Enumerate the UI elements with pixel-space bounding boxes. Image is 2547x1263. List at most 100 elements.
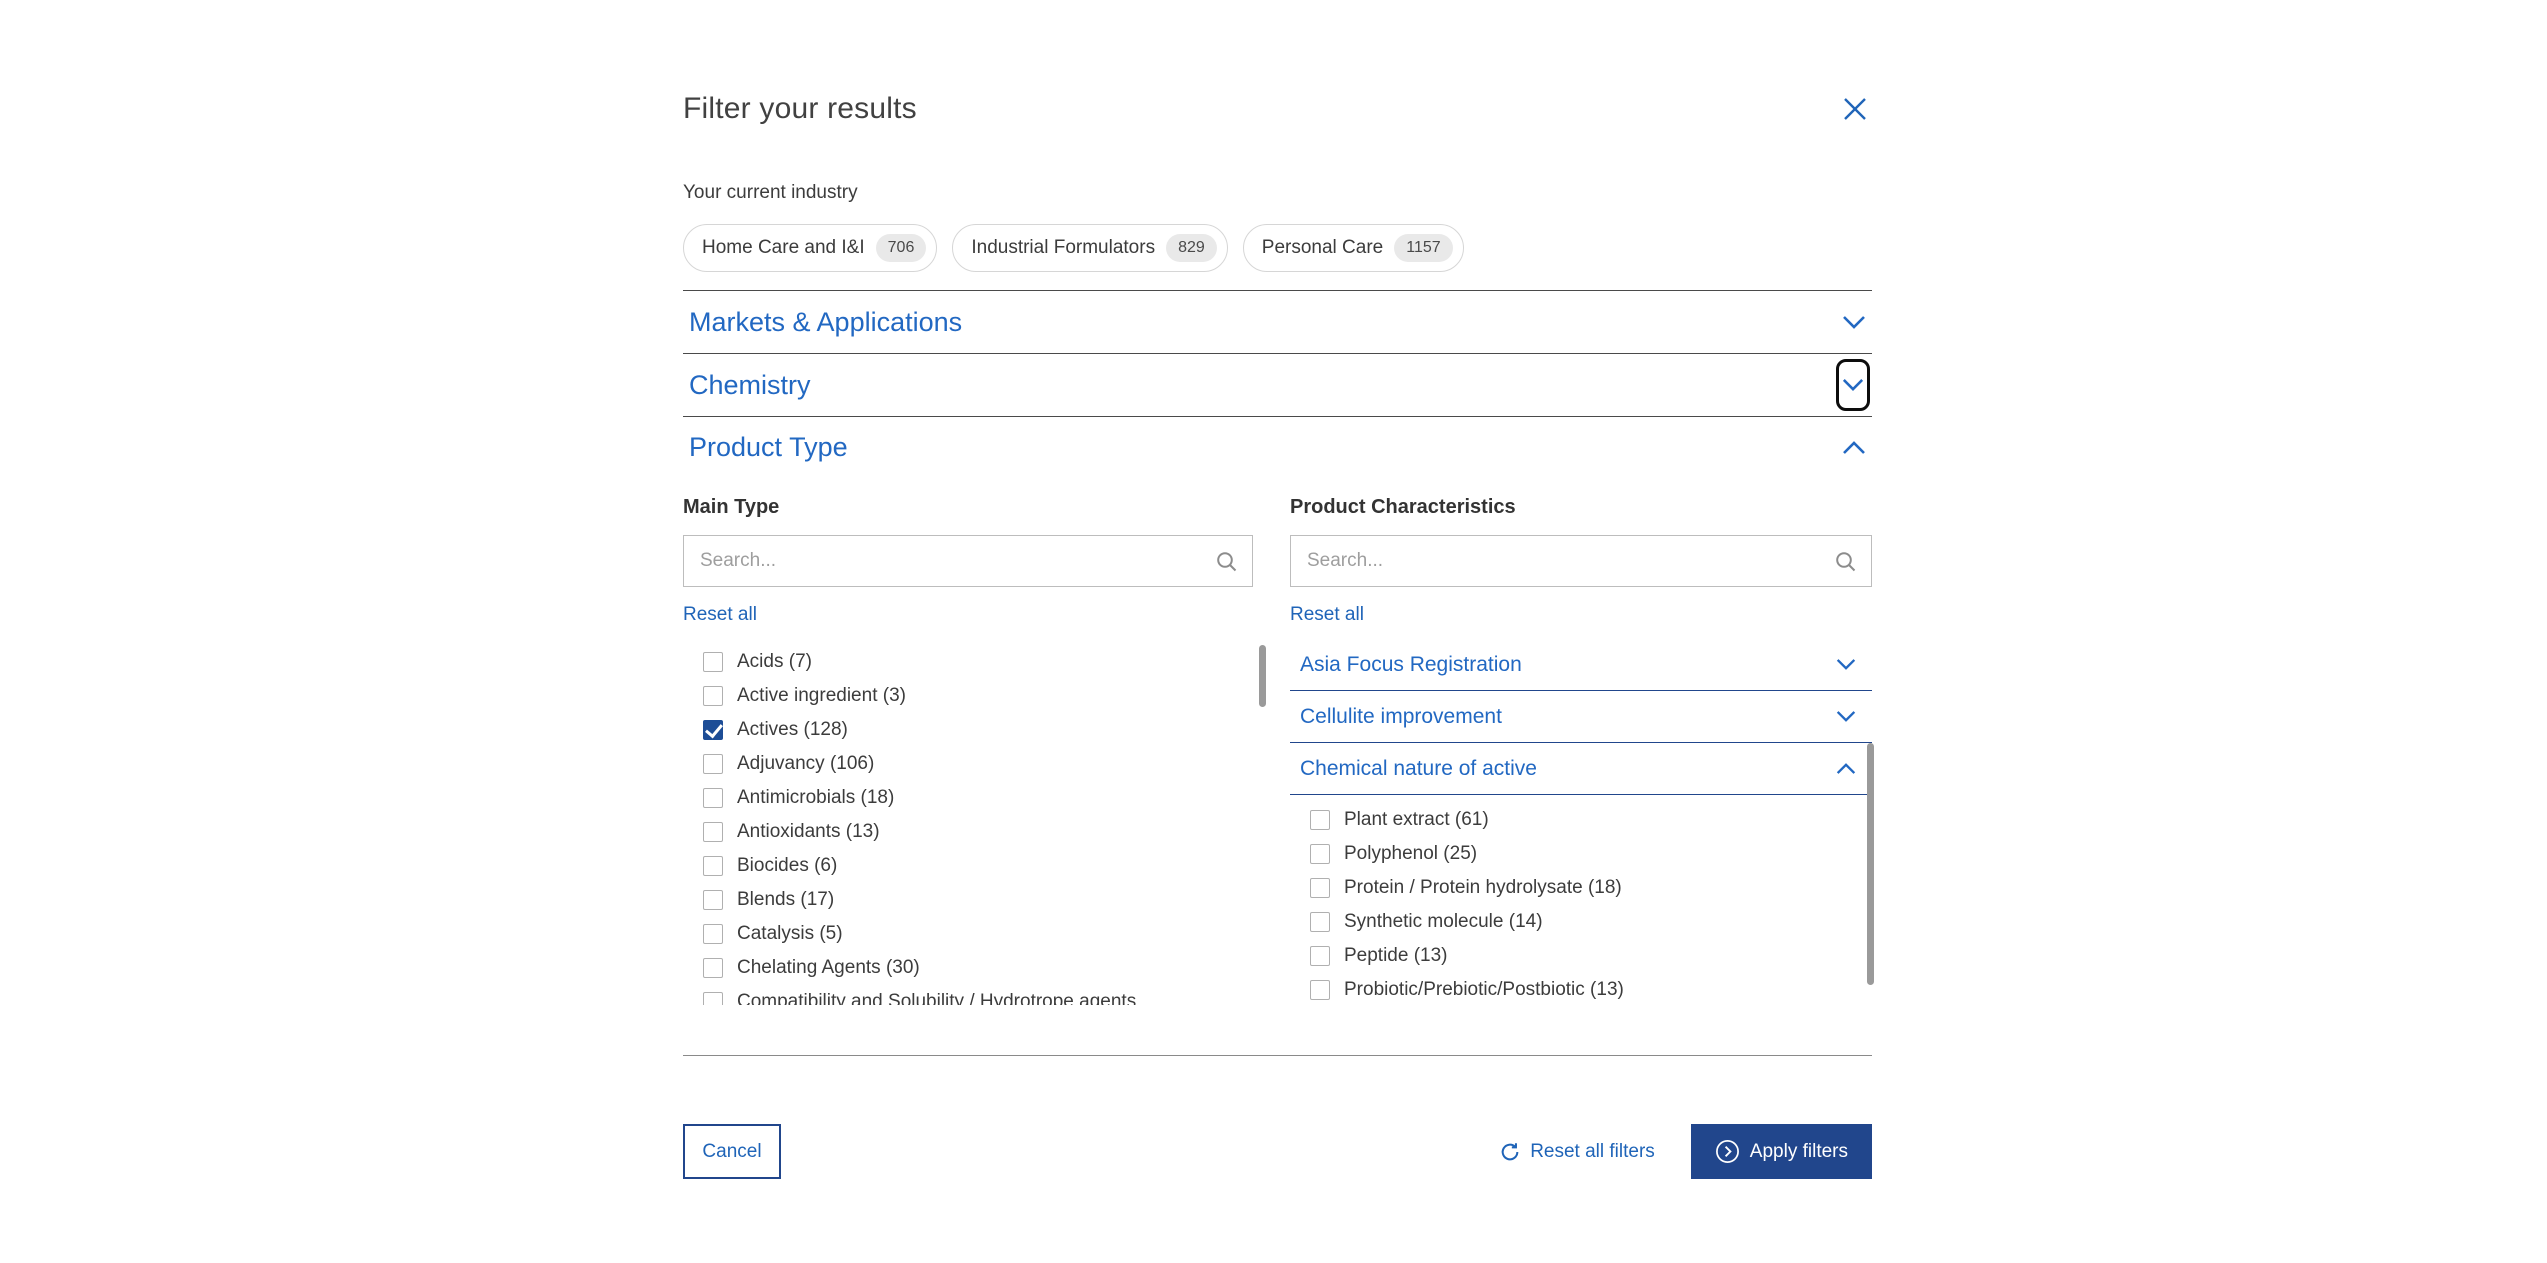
- close-button[interactable]: [1838, 92, 1872, 126]
- modal-header: Filter your results: [683, 92, 1872, 126]
- pill-label: Personal Care: [1262, 237, 1383, 259]
- group-cellulite-improvement[interactable]: Cellulite improvement: [1290, 691, 1872, 743]
- checkbox[interactable]: [703, 720, 723, 740]
- list-item[interactable]: Catalysis (5): [683, 917, 1253, 951]
- industry-pills: Home Care and I&I 706 Industrial Formula…: [683, 224, 1872, 272]
- section-label: Chemistry: [689, 370, 811, 401]
- list-item[interactable]: Synthetic molecule (14): [1290, 905, 1872, 939]
- list-item[interactable]: Antimicrobials (18): [683, 781, 1253, 815]
- checkbox[interactable]: [703, 856, 723, 876]
- apply-filters-label: Apply filters: [1750, 1141, 1848, 1163]
- chevron-down-icon[interactable]: [1842, 315, 1866, 330]
- product-type-panel: Main Type Reset all Acids (7): [683, 477, 1872, 1009]
- checkbox-label: Acids (7): [737, 651, 812, 673]
- apply-filters-button[interactable]: Apply filters: [1691, 1124, 1872, 1179]
- industry-pill[interactable]: Industrial Formulators 829: [952, 224, 1227, 272]
- checkbox-label: Active ingredient (3): [737, 685, 906, 707]
- list-item[interactable]: Peptide (13): [1290, 939, 1872, 973]
- list-item[interactable]: Adjuvancy (106): [683, 747, 1253, 781]
- circular-refresh-arrows-icon: [1499, 1141, 1521, 1163]
- main-type-scrollbar[interactable]: [1259, 645, 1266, 707]
- list-item[interactable]: Antioxidants (13): [683, 815, 1253, 849]
- checkbox[interactable]: [703, 686, 723, 706]
- product-characteristics-title: Product Characteristics: [1290, 495, 1872, 519]
- main-type-search-input[interactable]: [700, 550, 1215, 572]
- section-markets-applications[interactable]: Markets & Applications: [683, 291, 1872, 354]
- industry-pill[interactable]: Personal Care 1157: [1243, 224, 1464, 272]
- chemistry-chevron-focus-ring[interactable]: [1836, 359, 1870, 411]
- industry-pill[interactable]: Home Care and I&I 706: [683, 224, 937, 272]
- section-label: Product Type: [689, 432, 848, 463]
- checkbox-label: Polyphenol (25): [1344, 843, 1477, 865]
- characteristics-scrollbar[interactable]: [1867, 743, 1874, 985]
- group-label: Chemical nature of active: [1300, 757, 1537, 781]
- list-item[interactable]: Probiotic/Prebiotic/Postbiotic (13): [1290, 973, 1872, 1007]
- checkbox[interactable]: [1310, 946, 1330, 966]
- list-item[interactable]: Plant extract (61): [1290, 803, 1872, 837]
- checkbox[interactable]: [1310, 878, 1330, 898]
- footer-actions: Reset all filters Apply filters: [1499, 1124, 1872, 1179]
- main-type-column: Main Type Reset all Acids (7): [683, 477, 1253, 1009]
- checkbox[interactable]: [703, 992, 723, 1005]
- list-item[interactable]: Acids (7): [683, 645, 1253, 679]
- checkbox[interactable]: [703, 924, 723, 944]
- list-item[interactable]: Actives (128): [683, 713, 1253, 747]
- chevron-down-icon: [1842, 378, 1864, 392]
- checkbox[interactable]: [703, 958, 723, 978]
- group-chemical-nature-of-active[interactable]: Chemical nature of active: [1290, 743, 1872, 795]
- list-item[interactable]: Compatibility and Solubility / Hydrotrop…: [683, 985, 1253, 1005]
- list-item[interactable]: Blends (17): [683, 883, 1253, 917]
- group-label: Cellulite improvement: [1300, 705, 1502, 729]
- current-industry-label: Your current industry: [683, 182, 1872, 204]
- list-item[interactable]: Active ingredient (3): [683, 679, 1253, 713]
- filter-modal: Filter your results Your current industr…: [683, 0, 1872, 1259]
- list-item[interactable]: Chelating Agents (30): [683, 951, 1253, 985]
- checkbox[interactable]: [1310, 912, 1330, 932]
- reset-all-filters-label: Reset all filters: [1530, 1141, 1655, 1163]
- checkbox[interactable]: [1310, 844, 1330, 864]
- characteristics-search-input[interactable]: [1307, 550, 1834, 572]
- checkbox[interactable]: [1310, 810, 1330, 830]
- pill-label: Industrial Formulators: [971, 237, 1155, 259]
- section-label: Markets & Applications: [689, 307, 962, 338]
- pill-count-badge: 706: [876, 234, 927, 262]
- section-chemistry[interactable]: Chemistry: [683, 354, 1872, 417]
- main-type-reset-all-link[interactable]: Reset all: [683, 603, 757, 627]
- checkbox-label: Adjuvancy (106): [737, 753, 874, 775]
- main-type-search: [683, 535, 1253, 587]
- chevron-down-icon: [1836, 658, 1856, 671]
- checkbox[interactable]: [703, 822, 723, 842]
- list-item[interactable]: Protein / Protein hydrolysate (18): [1290, 871, 1872, 905]
- checkbox[interactable]: [703, 788, 723, 808]
- magnifier-icon: [1215, 550, 1238, 573]
- characteristics-reset-all-link[interactable]: Reset all: [1290, 603, 1364, 627]
- list-item[interactable]: Biocides (6): [683, 849, 1253, 883]
- checkbox-label: Antioxidants (13): [737, 821, 880, 843]
- close-icon: [1841, 95, 1869, 123]
- list-item[interactable]: Polyphenol (25): [1290, 837, 1872, 871]
- checkbox-label: Biocides (6): [737, 855, 837, 877]
- section-product-type[interactable]: Product Type: [683, 417, 1872, 477]
- pill-label: Home Care and I&I: [702, 237, 865, 259]
- circled-chevron-right-icon: [1715, 1139, 1740, 1164]
- checkbox-label: Antimicrobials (18): [737, 787, 894, 809]
- checkbox[interactable]: [1310, 980, 1330, 1000]
- checkbox-label: Catalysis (5): [737, 923, 843, 945]
- footer-divider: [683, 1055, 1872, 1056]
- filter-sections: Markets & Applications Chemistry Product…: [683, 290, 1872, 1009]
- checkbox-label: Blends (17): [737, 889, 834, 911]
- reset-all-filters-button[interactable]: Reset all filters: [1499, 1141, 1655, 1163]
- group-asia-focus-registration[interactable]: Asia Focus Registration: [1290, 639, 1872, 691]
- cancel-button[interactable]: Cancel: [683, 1124, 781, 1179]
- main-type-option-list: Acids (7) Active ingredient (3) Actives …: [683, 645, 1253, 1005]
- chevron-up-icon[interactable]: [1842, 440, 1866, 455]
- checkbox-label: Protein / Protein hydrolysate (18): [1344, 877, 1622, 899]
- checkbox[interactable]: [703, 754, 723, 774]
- pill-count-badge: 1157: [1394, 234, 1452, 262]
- modal-footer: Cancel Reset all filters Apply filters: [683, 1124, 1872, 1259]
- checkbox-label: Actives (128): [737, 719, 848, 741]
- checkbox-label: Plant extract (61): [1344, 809, 1489, 831]
- checkbox[interactable]: [703, 652, 723, 672]
- checkbox[interactable]: [703, 890, 723, 910]
- characteristics-search: [1290, 535, 1872, 587]
